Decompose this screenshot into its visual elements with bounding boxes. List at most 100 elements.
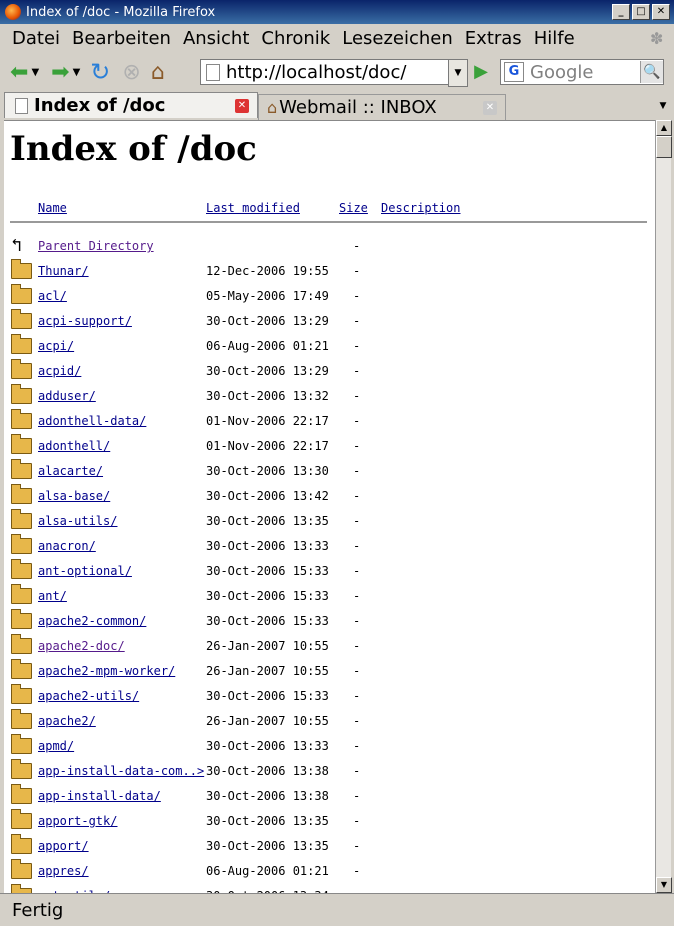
- directory-link[interactable]: apache2-mpm-worker/: [38, 664, 175, 678]
- menu-lesezeichen[interactable]: Lesezeichen: [342, 28, 453, 49]
- folder-icon: [10, 434, 32, 454]
- go-button[interactable]: ▶: [470, 60, 492, 84]
- directory-link[interactable]: acpi/: [38, 339, 74, 353]
- directory-link[interactable]: alacarte/: [38, 464, 103, 478]
- tab-list-dropdown[interactable]: ▼: [656, 96, 670, 116]
- close-window-button[interactable]: ✕: [652, 4, 670, 20]
- entry-size: -: [353, 514, 361, 528]
- back-history-dropdown[interactable]: ▼: [31, 67, 39, 78]
- table-row: alsa-base/30-Oct-2006 13:42 -: [10, 484, 650, 510]
- column-header-modified[interactable]: Last modified: [206, 201, 300, 215]
- menu-extras[interactable]: Extras: [465, 28, 522, 49]
- folder-icon: [10, 659, 32, 679]
- stop-button[interactable]: ⊗: [122, 57, 140, 87]
- directory-link[interactable]: ant-optional/: [38, 564, 132, 578]
- parent-directory-link[interactable]: Parent Directory: [38, 239, 154, 253]
- entry-date: 30-Oct-2006 15:33: [206, 614, 329, 628]
- folder-icon: [10, 684, 32, 704]
- folder-icon: [10, 309, 32, 329]
- status-bar: Fertig: [0, 893, 674, 926]
- table-row: apmd/30-Oct-2006 13:33 -: [10, 734, 650, 760]
- entry-size: -: [353, 364, 361, 378]
- maximize-button[interactable]: □: [632, 4, 650, 20]
- directory-link[interactable]: alsa-base/: [38, 489, 110, 503]
- table-row: adonthell-data/01-Nov-2006 22:17 -: [10, 409, 650, 435]
- directory-link[interactable]: adonthell-data/: [38, 414, 146, 428]
- menu-chronik[interactable]: Chronik: [261, 28, 330, 49]
- close-tab-icon[interactable]: ✕: [235, 98, 249, 113]
- directory-link[interactable]: ant/: [38, 589, 67, 603]
- entry-size: -: [353, 764, 361, 778]
- menu-hilfe[interactable]: Hilfe: [534, 28, 575, 49]
- entry-size: -: [353, 414, 361, 428]
- tab-webmail-inbox[interactable]: ⌂ Webmail :: INBOX ✕: [258, 94, 506, 120]
- table-row: Thunar/12-Dec-2006 19:55 -: [10, 259, 650, 285]
- entry-date: 30-Oct-2006 15:33: [206, 564, 329, 578]
- back-button[interactable]: ⬅: [10, 57, 28, 87]
- column-header-size[interactable]: Size: [339, 201, 368, 215]
- directory-link[interactable]: apache2-utils/: [38, 689, 139, 703]
- entry-date: 30-Oct-2006 15:33: [206, 689, 329, 703]
- search-icon[interactable]: 🔍: [640, 61, 663, 83]
- directory-link[interactable]: apport-gtk/: [38, 814, 117, 828]
- url-field[interactable]: http://localhost/doc/: [200, 59, 450, 85]
- home-button[interactable]: ⌂: [151, 57, 165, 87]
- google-engine-icon[interactable]: G: [504, 62, 524, 82]
- entry-date: 30-Oct-2006 13:32: [206, 389, 329, 403]
- entry-size: -: [353, 264, 361, 278]
- directory-link[interactable]: apache2-common/: [38, 614, 146, 628]
- entry-date: 30-Oct-2006 15:33: [206, 589, 329, 603]
- table-row: anacron/30-Oct-2006 13:33 -: [10, 534, 650, 560]
- directory-link[interactable]: apache2-doc/: [38, 639, 125, 653]
- table-row: alacarte/30-Oct-2006 13:30 -: [10, 459, 650, 485]
- entry-size: -: [353, 814, 361, 828]
- table-row: alsa-utils/30-Oct-2006 13:35 -: [10, 509, 650, 535]
- scroll-up-button[interactable]: ▲: [656, 120, 672, 136]
- folder-icon: [10, 559, 32, 579]
- column-header-name[interactable]: Name: [38, 201, 67, 215]
- table-row: apport-gtk/30-Oct-2006 13:35 -: [10, 809, 650, 835]
- url-history-dropdown[interactable]: ▼: [448, 59, 468, 87]
- column-header-description[interactable]: Description: [381, 201, 460, 215]
- status-text: Fertig: [12, 899, 64, 921]
- table-row: acl/05-May-2006 17:49 -: [10, 284, 650, 310]
- directory-link[interactable]: acl/: [38, 289, 67, 303]
- menu-ansicht[interactable]: Ansicht: [183, 28, 249, 49]
- folder-icon: [10, 409, 32, 429]
- directory-link[interactable]: apmd/: [38, 739, 74, 753]
- scroll-down-button[interactable]: ▼: [656, 877, 672, 893]
- directory-link[interactable]: apache2/: [38, 714, 96, 728]
- directory-link[interactable]: Thunar/: [38, 264, 89, 278]
- tab-bar: Index of /doc ✕ ⌂ Webmail :: INBOX ✕: [0, 92, 674, 120]
- forward-history-dropdown[interactable]: ▼: [73, 67, 81, 78]
- directory-link[interactable]: app-install-data-com..>: [38, 764, 204, 778]
- tab-index-of-doc[interactable]: Index of /doc ✕: [4, 92, 258, 118]
- scroll-thumb[interactable]: [656, 136, 672, 158]
- entry-date: 30-Oct-2006 13:38: [206, 764, 329, 778]
- folder-icon: [10, 709, 32, 729]
- directory-link[interactable]: acpi-support/: [38, 314, 132, 328]
- directory-link[interactable]: apport/: [38, 839, 89, 853]
- directory-link[interactable]: anacron/: [38, 539, 96, 553]
- directory-link[interactable]: alsa-utils/: [38, 514, 117, 528]
- menu-bearbeiten[interactable]: Bearbeiten: [72, 28, 171, 49]
- reload-button[interactable]: ↻: [90, 57, 110, 87]
- menu-datei[interactable]: Datei: [12, 28, 60, 49]
- folder-icon: [10, 784, 32, 804]
- directory-link[interactable]: app-install-data/: [38, 789, 161, 803]
- directory-link[interactable]: appres/: [38, 864, 89, 878]
- search-field[interactable]: G Google 🔍: [500, 59, 664, 85]
- forward-button[interactable]: ➡: [51, 57, 69, 87]
- folder-icon: [10, 759, 32, 779]
- close-tab-icon[interactable]: ✕: [483, 100, 497, 115]
- entry-date: 30-Oct-2006 13:29: [206, 314, 329, 328]
- vertical-scrollbar[interactable]: ▲ ▼: [655, 120, 672, 893]
- page-content: Index of /doc Name Last modified Size De…: [4, 120, 655, 894]
- directory-link[interactable]: adduser/: [38, 389, 96, 403]
- entry-size: -: [353, 614, 361, 628]
- entry-size: -: [353, 489, 361, 503]
- directory-link[interactable]: adonthell/: [38, 439, 110, 453]
- minimize-button[interactable]: _: [612, 4, 630, 20]
- directory-link[interactable]: acpid/: [38, 364, 81, 378]
- tab-label: Index of /doc: [34, 95, 166, 116]
